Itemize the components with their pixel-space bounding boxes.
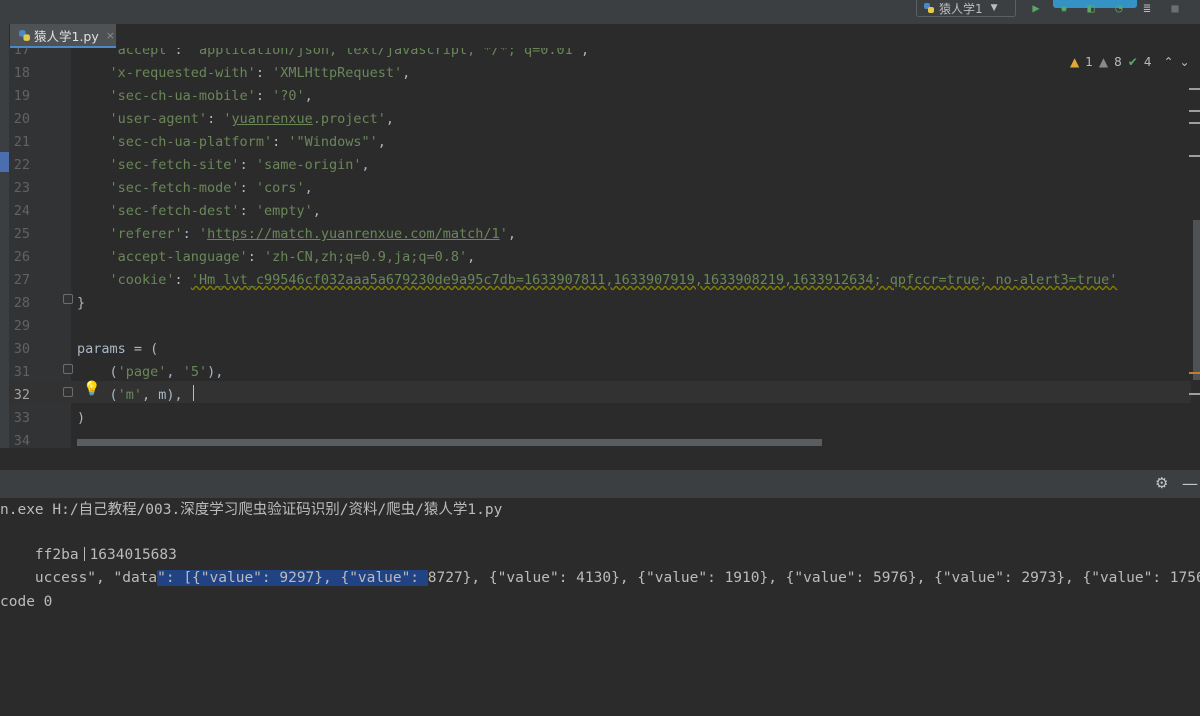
build-icon[interactable]: ≣ [1138,0,1156,16]
warning-count: 1 [1085,55,1093,69]
warning-marker [1189,372,1200,374]
code-line: 'sec-ch-ua-platform': '"Windows"', [109,134,386,150]
code-line: 'sec-fetch-site': 'same-origin', [109,157,370,173]
tab-file[interactable]: 猿人学1.py × [10,24,116,48]
chevron-down-icon: ▼ [990,3,998,13]
line-number: 28 [13,295,30,311]
console-text: 8727}, {"value": 4130}, {"value": 1910},… [427,570,1200,586]
vertical-scrollbar[interactable] [1193,220,1200,380]
line-number: 22 [13,157,30,173]
fold-marker[interactable] [63,294,73,304]
weak-warning-icon: ▲ [1098,55,1109,69]
line-number: 17 [13,48,30,58]
code-line: 'accept': 'application/json, text/javasc… [109,48,590,58]
scroll-marker [1189,88,1200,90]
code-line: } [77,295,86,311]
line-number: 19 [13,88,30,104]
code-line: ) [77,410,86,426]
code-line: 'user-agent': 'yuanrenxue.project', [109,111,395,127]
fold-marker[interactable] [63,364,73,374]
line-number: 31 [13,364,30,380]
console-text: uccess", "data [34,570,158,586]
line-number: 20 [13,111,30,127]
tab-filename: 猿人学1.py [34,28,99,44]
code-line: 'sec-fetch-mode': 'cors', [109,180,313,196]
scroll-marker [1189,393,1200,395]
python-icon [924,3,934,13]
horizontal-scrollbar[interactable] [77,439,822,446]
line-number: 18 [13,65,30,81]
selected-text: ": [{"value": 9297}, {"value": [157,570,428,586]
line-number: 25 [13,226,30,242]
weak-warning-count: 8 [1114,55,1122,69]
code-line: 'referer': 'https://match.yuanrenxue.com… [109,226,516,242]
text-cursor [193,385,194,401]
line-number: 24 [13,203,30,219]
warning-icon: ▲ [1070,55,1080,69]
scroll-marker [1189,155,1200,157]
run-configuration-selector[interactable]: 猿人学1 ▼ [916,0,1016,17]
console-output-line: uccess", "data": [{"value": 9297}, {"val… [0,545,1200,611]
line-number: 34 [13,433,30,448]
typo-check-icon: ✔ [1127,55,1138,69]
profile-icon[interactable]: ◔ [1110,0,1128,16]
console-command-line: n.exe H:/自己教程/003.深度学习爬虫验证码识别/资料/爬虫/猿人学1… [0,502,503,518]
line-number: 27 [13,272,30,288]
python-file-icon [19,29,30,41]
line-number: 21 [13,134,30,150]
line-number: 32 [13,387,30,403]
chevron-up-icon[interactable]: ⌃ [1163,55,1173,69]
line-number: 23 [13,180,30,196]
code-line: 'cookie': 'Hm_lvt_c99546cf032aaa5a679230… [109,272,1118,288]
code-line: 'sec-ch-ua-mobile': '?0', [109,88,313,104]
code-line: 'sec-fetch-dest': 'empty', [109,203,321,219]
gear-icon[interactable]: ⚙ [1155,474,1168,492]
code-line: 'x-requested-with': 'XMLHttpRequest', [109,65,411,81]
line-number: 29 [13,318,30,334]
stop-icon[interactable]: ■ [1166,0,1184,16]
scroll-marker [1189,122,1200,124]
lightbulb-icon[interactable]: 💡 [83,381,100,397]
line-number: 26 [13,249,30,265]
minimize-icon[interactable]: — [1182,474,1198,493]
coverage-icon[interactable]: ◧ [1082,0,1100,16]
panel-divider [0,448,1200,470]
chevron-down-icon[interactable]: ⌄ [1180,55,1190,69]
run-icon[interactable]: ▶ [1027,0,1045,16]
top-toolbar [0,0,1200,24]
code-lines: 17 'accept': 'application/json, text/jav… [0,48,1200,448]
line-number: 33 [13,410,30,426]
close-icon[interactable]: × [106,29,115,42]
debug-icon[interactable]: ✹ [1055,0,1073,16]
inspection-indicators[interactable]: ▲ 1 ▲ 8 ✔ 4 ⌃ ⌄ [1070,55,1190,69]
run-tool-window-header [0,470,1200,498]
run-configuration-label: 猿人学1 [939,1,983,16]
line-number: 30 [13,341,30,357]
run-console[interactable]: n.exe H:/自己教程/003.深度学习爬虫验证码识别/资料/爬虫/猿人学1… [0,498,1200,716]
typo-count: 4 [1143,55,1152,69]
console-exit-line: code 0 [0,594,53,610]
code-line: 'accept-language': 'zh-CN,zh;q=0.9,ja;q=… [109,249,476,265]
code-line: params = ( [77,341,159,357]
scroll-marker [1189,110,1200,112]
fold-marker[interactable] [63,387,73,397]
